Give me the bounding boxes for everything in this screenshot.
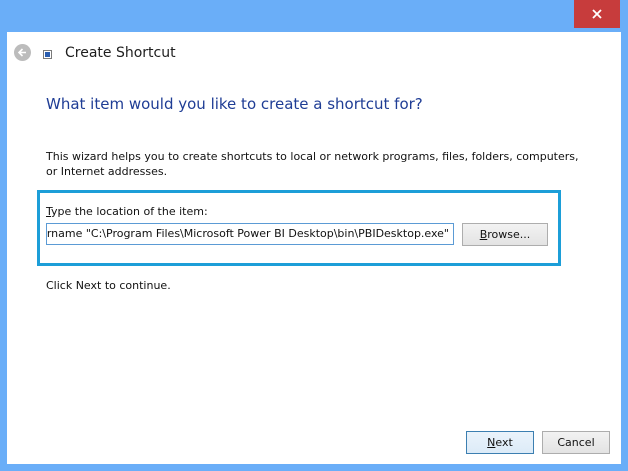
create-shortcut-window: Create Shortcut What item would you like…: [0, 0, 628, 471]
close-button[interactable]: [574, 0, 620, 28]
next-label: ext: [495, 436, 513, 449]
shortcut-icon: [43, 50, 52, 59]
next-button[interactable]: Next: [466, 431, 534, 454]
location-input[interactable]: ername "C:\Program Files\Microsoft Power…: [46, 223, 454, 245]
back-arrow-icon: [17, 48, 26, 57]
location-input-value: ername "C:\Program Files\Microsoft Power…: [46, 227, 449, 240]
wizard-description: This wizard helps you to create shortcut…: [46, 150, 579, 178]
location-label-text: ype the location of the item:: [51, 205, 208, 218]
page-heading: What item would you like to create a sho…: [46, 95, 423, 113]
location-label: Type the location of the item:: [46, 205, 208, 218]
browse-accesskey: B: [479, 228, 488, 241]
dialog-client-area: Create Shortcut What item would you like…: [7, 32, 621, 464]
browse-label: rowse...: [487, 228, 531, 241]
cancel-label: Cancel: [557, 436, 595, 449]
close-icon: [592, 9, 602, 19]
browse-button[interactable]: Browse...: [462, 223, 548, 246]
dialog-title: Create Shortcut: [65, 45, 176, 61]
next-accesskey: N: [487, 436, 496, 449]
wizard-header: Create Shortcut: [7, 32, 621, 75]
back-button[interactable]: [14, 44, 31, 61]
cancel-button[interactable]: Cancel: [542, 431, 610, 454]
continue-text: Click Next to continue.: [46, 279, 171, 292]
